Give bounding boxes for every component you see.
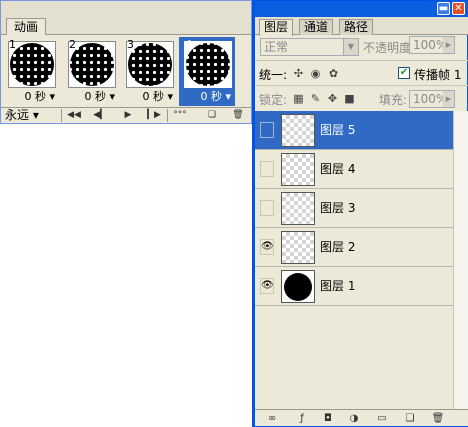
visibility-toggle[interactable] bbox=[260, 161, 274, 177]
eye-icon[interactable]: 👁 bbox=[260, 239, 274, 255]
layer-thumbnail bbox=[281, 114, 315, 147]
opacity-field[interactable]: 100% ▶ bbox=[409, 36, 455, 54]
layer-thumbnail bbox=[281, 270, 315, 303]
first-frame-icon[interactable]: ◀◀ bbox=[65, 109, 83, 122]
visibility-toggle[interactable] bbox=[260, 200, 274, 216]
unify-visibility-icon[interactable]: ◉ bbox=[309, 67, 322, 80]
unify-row: 统一: ✣ ◉ ✿ ✔ 传播帧 1 bbox=[255, 60, 468, 86]
frame-number: 3 bbox=[127, 38, 134, 51]
visibility-toggle[interactable] bbox=[260, 122, 274, 138]
frame-delay[interactable]: 0 秒 ▾ bbox=[142, 91, 173, 103]
close-icon[interactable]: ✕ bbox=[452, 2, 465, 15]
black-circle-image bbox=[284, 273, 312, 301]
layer-row-2[interactable]: 👁 图层 2 bbox=[255, 228, 453, 267]
layers-tabstrip: 图层 通道 路径 bbox=[255, 17, 468, 36]
fill-label: 填充: bbox=[379, 93, 408, 107]
layer-thumbnail bbox=[281, 231, 315, 264]
frame-delay[interactable]: 0 秒 ▾ bbox=[84, 91, 115, 103]
frame-number: 4 bbox=[185, 38, 192, 51]
divider bbox=[167, 109, 168, 122]
lock-fill-row: 锁定: ▦ ✎ ✥ ■ 填充: 100% ▶ bbox=[255, 88, 468, 110]
unify-label: 统一: bbox=[259, 68, 288, 82]
layer-row-4[interactable]: 图层 4 bbox=[255, 150, 453, 189]
layer-row-3[interactable]: 图层 3 bbox=[255, 189, 453, 228]
tween-icon[interactable]: °°° bbox=[171, 109, 189, 122]
trash-icon[interactable]: 🗑 bbox=[229, 109, 247, 122]
layer-row-1[interactable]: 👁 图层 1 bbox=[255, 267, 453, 306]
animation-frame[interactable]: 1 0 秒 ▾ bbox=[3, 37, 59, 106]
layers-window: ▬ ✕ 图层 通道 路径 正常 ▼ 不透明度: 100% ▶ 统一: ✣ ◉ ✿… bbox=[252, 0, 468, 427]
animation-frame[interactable]: 2 0 秒 ▾ bbox=[63, 37, 119, 106]
blend-mode-select[interactable]: 正常 ▼ bbox=[260, 38, 359, 56]
layer-name: 图层 2 bbox=[320, 240, 356, 254]
layer-row-5[interactable]: 图层 5 bbox=[255, 111, 453, 150]
layer-thumbnail bbox=[281, 153, 315, 186]
blend-opacity-row: 正常 ▼ 不透明度: 100% ▶ bbox=[255, 36, 468, 58]
minimize-icon[interactable]: ▬ bbox=[437, 2, 450, 15]
propagate-checkbox[interactable]: ✔ bbox=[398, 67, 410, 79]
lock-image-icon[interactable]: ✎ bbox=[309, 92, 322, 105]
chevron-down-icon: ▼ bbox=[343, 39, 358, 55]
layer-name: 图层 4 bbox=[320, 162, 356, 176]
frame-delay[interactable]: 0 秒 ▾ bbox=[24, 91, 55, 103]
layer-mask-icon[interactable]: ◘ bbox=[321, 412, 335, 425]
dotted-ball-image bbox=[186, 43, 230, 86]
tab-animation[interactable]: 动画 bbox=[6, 18, 46, 35]
adjustment-layer-icon[interactable]: ◑ bbox=[347, 412, 361, 425]
animation-frame-selected[interactable]: 4 0 秒 ▾ bbox=[179, 37, 235, 106]
link-layers-icon[interactable]: ∞ bbox=[265, 412, 279, 425]
previous-frame-icon[interactable]: ◀▎ bbox=[91, 109, 109, 122]
dotted-ball-image bbox=[10, 43, 54, 86]
lock-transparency-icon[interactable]: ▦ bbox=[292, 92, 305, 105]
tab-paths[interactable]: 路径 bbox=[339, 19, 374, 35]
new-group-icon[interactable]: ▭ bbox=[375, 412, 389, 425]
layer-name: 图层 3 bbox=[320, 201, 356, 215]
animation-tabstrip: 动画 bbox=[1, 1, 251, 35]
lock-all-icon[interactable]: ■ bbox=[343, 92, 356, 105]
play-icon[interactable]: ▶ bbox=[119, 109, 137, 122]
unify-style-icon[interactable]: ✿ bbox=[327, 67, 340, 80]
trash-icon[interactable]: 🗑 bbox=[431, 412, 445, 425]
animation-panel: 动画 1 0 秒 ▾ 2 0 秒 ▾ 3 0 秒 ▾ 4 0 秒 ▾ 永远 ▾ … bbox=[0, 0, 252, 124]
next-frame-icon[interactable]: ▎▶ bbox=[145, 109, 163, 122]
eye-icon[interactable]: 👁 bbox=[260, 278, 274, 294]
loop-select[interactable]: 永远 ▾ bbox=[5, 108, 39, 123]
dotted-ball-image bbox=[70, 43, 114, 86]
frame-number: 1 bbox=[9, 38, 16, 51]
new-layer-icon[interactable]: ❏ bbox=[403, 412, 417, 425]
unify-position-icon[interactable]: ✣ bbox=[292, 67, 305, 80]
tab-channels[interactable]: 通道 bbox=[299, 19, 334, 35]
chevron-right-icon: ▶ bbox=[443, 91, 454, 107]
layers-scrollbar[interactable] bbox=[453, 111, 468, 411]
layer-name: 图层 1 bbox=[320, 279, 356, 293]
layers-bottom-toolbar: ∞ ƒ ◘ ◑ ▭ ❏ 🗑 bbox=[255, 409, 468, 426]
opacity-label: 不透明度: bbox=[363, 41, 416, 55]
duplicate-frame-icon[interactable]: ❏ bbox=[203, 109, 221, 122]
layers-list: 图层 5 图层 4 图层 3 👁 图层 2 👁 图层 1 bbox=[255, 111, 453, 411]
chevron-right-icon: ▶ bbox=[443, 37, 454, 53]
animation-frame[interactable]: 3 0 秒 ▾ bbox=[121, 37, 177, 106]
layer-thumbnail bbox=[281, 192, 315, 225]
divider bbox=[61, 109, 62, 122]
dotted-ball-image bbox=[128, 43, 172, 86]
animation-controls: 永远 ▾ ◀◀ ◀▎ ▶ ▎▶ °°° ❏ 🗑 bbox=[1, 107, 251, 123]
tab-layers[interactable]: 图层 bbox=[259, 19, 294, 36]
layer-style-icon[interactable]: ƒ bbox=[295, 412, 309, 425]
window-titlebar: ▬ ✕ bbox=[255, 1, 468, 17]
frame-strip: 1 0 秒 ▾ 2 0 秒 ▾ 3 0 秒 ▾ 4 0 秒 ▾ bbox=[3, 37, 249, 106]
lock-label: 锁定: bbox=[259, 93, 288, 107]
fill-field[interactable]: 100% ▶ bbox=[409, 90, 455, 108]
frame-delay[interactable]: 0 秒 ▾ bbox=[200, 91, 231, 103]
lock-position-icon[interactable]: ✥ bbox=[326, 92, 339, 105]
frame-number: 2 bbox=[69, 38, 76, 51]
layer-name: 图层 5 bbox=[320, 123, 356, 137]
propagate-label: 传播帧 1 bbox=[414, 68, 462, 82]
